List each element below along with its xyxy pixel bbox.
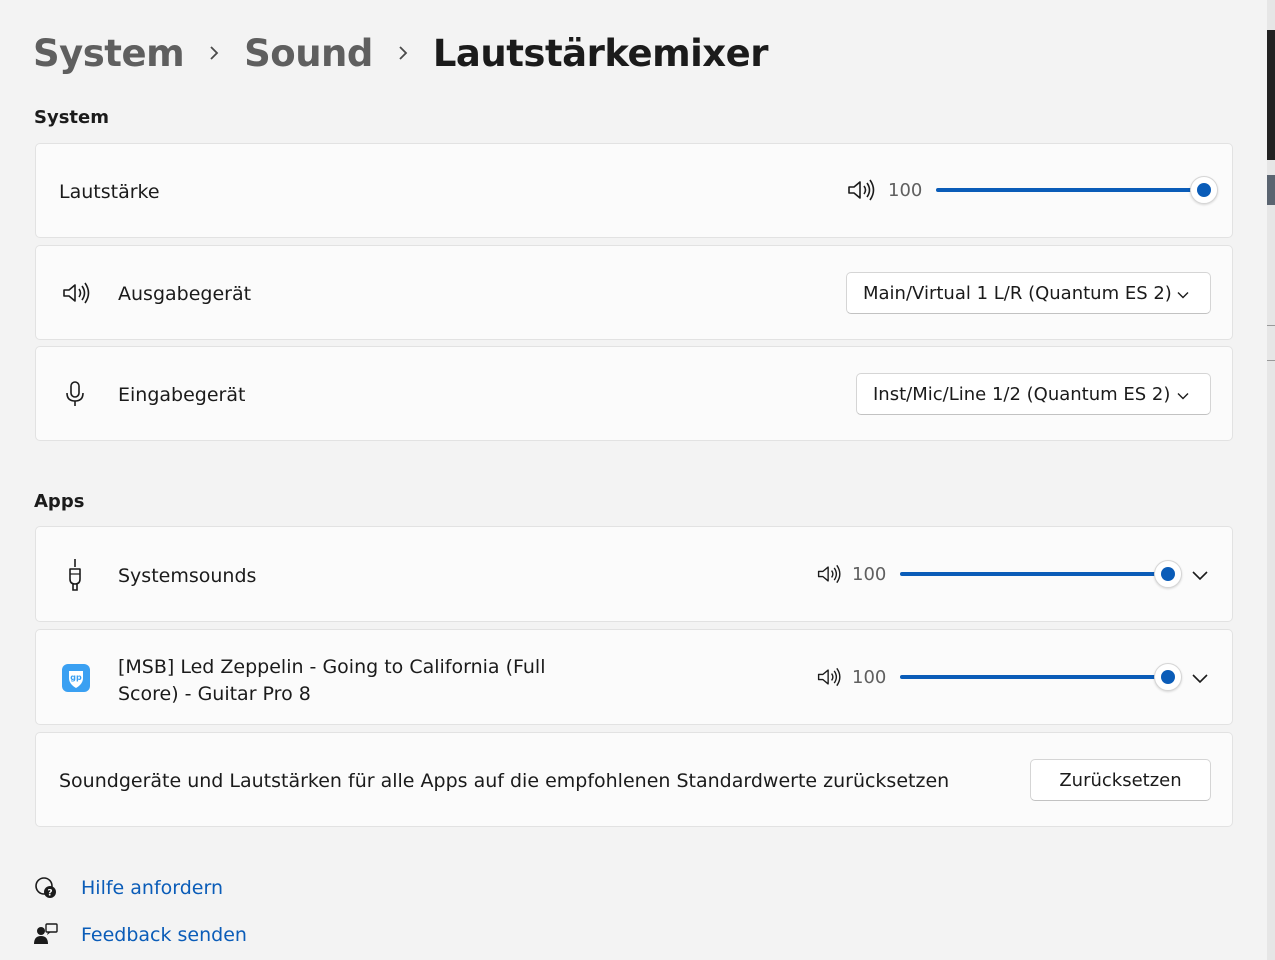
speaker-icon	[60, 281, 92, 305]
system-sounds-icon	[64, 557, 86, 593]
app-volume-value: 100	[852, 666, 887, 688]
input-device-label: Eingabegerät	[118, 384, 246, 406]
speaker-icon[interactable]	[816, 562, 846, 586]
output-device-label: Ausgabegerät	[118, 283, 252, 305]
breadcrumb-sound[interactable]: Sound	[244, 32, 373, 75]
chevron-down-icon	[1176, 387, 1190, 408]
app-name: Systemsounds	[118, 565, 257, 587]
master-volume-control: 100	[846, 176, 1218, 204]
app-card-systemsounds: Systemsounds 100	[35, 526, 1233, 622]
output-device-card: Ausgabegerät Main/Virtual 1 L/R (Quantum…	[35, 245, 1233, 340]
page-title: Lautstärkemixer	[432, 31, 769, 75]
volume-slider-thumb[interactable]	[1190, 176, 1218, 204]
reset-button[interactable]: Zurücksetzen	[1030, 759, 1211, 801]
reset-description: Soundgeräte und Lautstärken für alle App…	[59, 770, 950, 792]
app-volume-slider-thumb[interactable]	[1154, 560, 1182, 588]
app-card-guitar-pro: gp [MSB] Led Zeppelin - Going to Califor…	[35, 629, 1233, 725]
input-device-selected: Inst/Mic/Line 1/2 (Quantum ES 2)	[873, 383, 1171, 405]
app-name: [MSB] Led Zeppelin - Going to California…	[118, 654, 546, 708]
section-heading-apps: Apps	[34, 491, 85, 512]
app-volume-slider-thumb[interactable]	[1154, 663, 1182, 691]
chevron-down-icon[interactable]	[1191, 568, 1209, 587]
breadcrumb-system[interactable]: System	[33, 32, 185, 75]
feedback-icon	[33, 922, 59, 952]
app-name-line1: [MSB] Led Zeppelin - Going to California…	[118, 656, 546, 678]
volume-slider-track[interactable]	[936, 176, 1218, 204]
help-link[interactable]: Hilfe anfordern	[81, 877, 223, 899]
section-heading-system: System	[34, 107, 109, 128]
svg-text:gp: gp	[70, 673, 82, 682]
microphone-icon	[64, 380, 86, 408]
app-volume-slider-track[interactable]	[900, 663, 1182, 691]
feedback-link[interactable]: Feedback senden	[81, 924, 247, 946]
app-volume-control: 100	[816, 663, 1182, 691]
background-window-edge	[1267, 0, 1275, 960]
input-device-dropdown[interactable]: Inst/Mic/Line 1/2 (Quantum ES 2)	[856, 373, 1211, 415]
guitar-pro-icon: gp	[61, 663, 91, 693]
speaker-icon[interactable]	[846, 178, 876, 202]
output-device-dropdown[interactable]: Main/Virtual 1 L/R (Quantum ES 2)	[846, 272, 1211, 314]
reset-card: Soundgeräte und Lautstärken für alle App…	[35, 732, 1233, 827]
breadcrumb: System Sound Lautstärkemixer	[33, 28, 769, 78]
svg-text:?: ?	[47, 889, 52, 899]
input-device-card: Eingabegerät Inst/Mic/Line 1/2 (Quantum …	[35, 346, 1233, 441]
app-volume-value: 100	[852, 563, 887, 585]
chevron-down-icon[interactable]	[1191, 671, 1209, 690]
volume-label: Lautstärke	[59, 181, 160, 203]
app-volume-control: 100	[816, 560, 1182, 588]
app-volume-slider-track[interactable]	[900, 560, 1182, 588]
output-device-selected: Main/Virtual 1 L/R (Quantum ES 2)	[863, 282, 1172, 304]
chevron-down-icon	[1176, 286, 1190, 307]
app-name-line2: Score) - Guitar Pro 8	[118, 683, 311, 705]
volume-value: 100	[888, 179, 923, 201]
help-icon: ?	[33, 875, 59, 905]
chevron-right-icon	[208, 45, 220, 61]
master-volume-card: Lautstärke 100	[35, 143, 1233, 238]
speaker-icon[interactable]	[816, 665, 846, 689]
chevron-right-icon	[397, 45, 409, 61]
